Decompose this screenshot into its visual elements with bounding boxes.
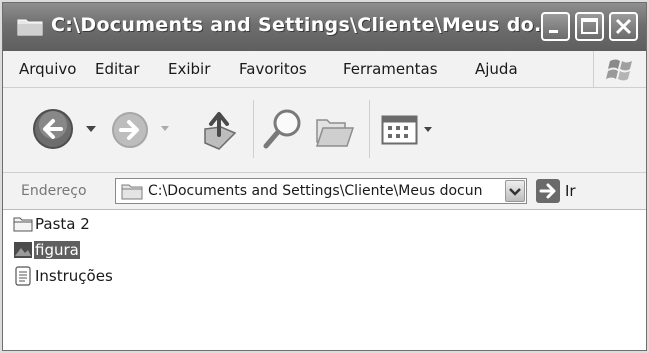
- address-label: Endereço: [21, 183, 87, 199]
- minimize-button[interactable]: [541, 12, 570, 41]
- toolbar-separator: [369, 100, 370, 158]
- minimize-icon: [549, 30, 558, 33]
- back-dropdown-icon: [86, 126, 96, 132]
- forward-arrow-icon: [112, 112, 148, 148]
- back-dropdown[interactable]: [85, 124, 97, 134]
- back-button[interactable]: [31, 105, 79, 153]
- views-button[interactable]: [381, 114, 419, 146]
- address-input[interactable]: C:\Documents and Settings\Cliente\Meus d…: [115, 178, 527, 204]
- close-icon: [615, 18, 632, 35]
- window-title: C:\Documents and Settings\Cliente\Meus d…: [51, 14, 557, 36]
- menu-ajuda[interactable]: Ajuda: [475, 60, 518, 78]
- file-name: Instruções: [35, 267, 113, 285]
- address-bar: Endereço C:\Documents and Settings\Clien…: [3, 173, 646, 210]
- views-icon: [381, 115, 418, 145]
- folder-icon: [121, 184, 143, 200]
- back-arrow-icon: [33, 109, 73, 149]
- toolbar: [3, 88, 646, 173]
- search-icon: [263, 109, 301, 149]
- up-button[interactable]: [201, 109, 241, 153]
- address-value: C:\Documents and Settings\Cliente\Meus d…: [148, 183, 483, 199]
- file-name: Pasta 2: [35, 215, 90, 233]
- menu-arquivo[interactable]: Arquivo: [19, 60, 76, 78]
- file-name: figura: [34, 241, 80, 259]
- folder-icon: [17, 19, 43, 36]
- views-dropdown[interactable]: [423, 126, 433, 134]
- close-button[interactable]: [609, 12, 638, 41]
- go-button[interactable]: [536, 179, 560, 203]
- toolbar-separator: [253, 100, 254, 158]
- explorer-window: C:\Documents and Settings\Cliente\Meus d…: [2, 2, 647, 351]
- menu-ferramentas[interactable]: Ferramentas: [343, 60, 438, 78]
- windows-flag-icon: [606, 59, 632, 81]
- file-list: Pasta 2 figura Instruções: [3, 210, 646, 350]
- folders-icon: [315, 119, 355, 147]
- menu-exibir[interactable]: Exibir: [168, 60, 210, 78]
- maximize-icon: [581, 18, 598, 34]
- go-label[interactable]: Ir: [565, 182, 576, 200]
- chevron-down-icon: [509, 188, 521, 196]
- image-file-icon: [14, 242, 32, 258]
- maximize-button[interactable]: [575, 12, 604, 41]
- views-dropdown-icon: [424, 127, 432, 132]
- windows-logo: [593, 51, 646, 87]
- menu-editar[interactable]: Editar: [95, 60, 139, 78]
- search-button[interactable]: [261, 106, 305, 152]
- address-dropdown-button[interactable]: [505, 180, 525, 202]
- menu-favoritos[interactable]: Favoritos: [239, 60, 307, 78]
- title-bar[interactable]: C:\Documents and Settings\Cliente\Meus d…: [3, 3, 646, 51]
- folders-button[interactable]: [315, 112, 357, 150]
- forward-dropdown[interactable]: [160, 125, 170, 133]
- forward-button[interactable]: [109, 109, 151, 151]
- forward-dropdown-icon: [161, 126, 169, 131]
- go-arrow-icon: [539, 183, 556, 199]
- text-file-icon: [15, 266, 31, 286]
- menu-bar: Arquivo Editar Exibir Favoritos Ferramen…: [3, 51, 646, 88]
- folder-icon: [13, 217, 33, 232]
- up-folder-icon: [204, 112, 237, 150]
